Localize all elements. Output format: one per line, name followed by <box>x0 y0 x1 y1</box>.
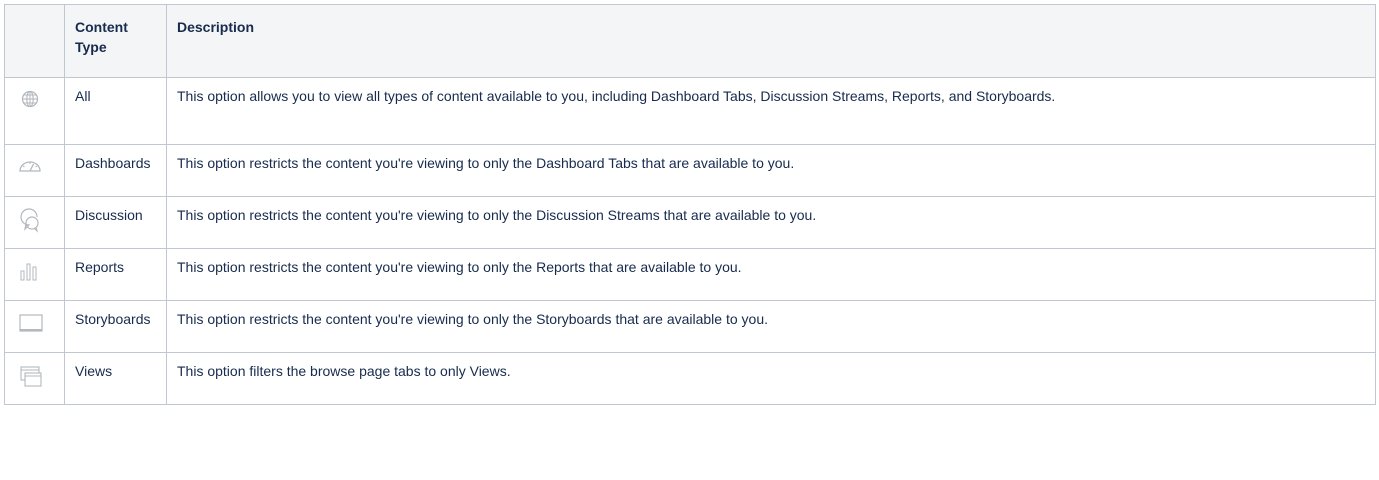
content-type-cell: All <box>64 77 167 145</box>
globe-icon <box>15 84 45 118</box>
description-cell: This option filters the browse page tabs… <box>166 352 1376 405</box>
icon-cell <box>4 248 65 301</box>
table-row: Views This option filters the browse pag… <box>4 352 1376 405</box>
content-type-table-wrapper: Content Type Description All This option… <box>4 4 1376 405</box>
views-icon <box>15 359 45 393</box>
description-cell: This option restricts the content you're… <box>166 144 1376 197</box>
content-type-cell: Reports <box>64 248 167 301</box>
table-row: Dashboards This option restricts the con… <box>4 144 1376 197</box>
content-type-cell: Storyboards <box>64 300 167 353</box>
content-type-cell: Dashboards <box>64 144 167 197</box>
description-cell: This option allows you to view all types… <box>166 77 1376 145</box>
table-row: All This option allows you to view all t… <box>4 77 1376 145</box>
table-row: Storyboards This option restricts the co… <box>4 300 1376 353</box>
storyboard-icon <box>15 307 45 341</box>
icon-cell <box>4 352 65 405</box>
table-row: Discussion This option restricts the con… <box>4 196 1376 249</box>
icon-cell <box>4 144 65 197</box>
content-type-table: Content Type Description All This option… <box>4 4 1376 405</box>
header-icon-column <box>4 4 65 78</box>
bar-chart-icon <box>15 255 45 289</box>
icon-cell <box>4 77 65 145</box>
table-header-row: Content Type Description <box>4 4 1376 78</box>
description-cell: This option restricts the content you're… <box>166 196 1376 249</box>
content-type-cell: Views <box>64 352 167 405</box>
icon-cell <box>4 300 65 353</box>
table-row: Reports This option restricts the conten… <box>4 248 1376 301</box>
discussion-icon <box>15 203 45 237</box>
header-description: Description <box>166 4 1376 78</box>
header-content-type: Content Type <box>64 4 167 78</box>
description-cell: This option restricts the content you're… <box>166 300 1376 353</box>
icon-cell <box>4 196 65 249</box>
content-type-cell: Discussion <box>64 196 167 249</box>
dashboard-gauge-icon <box>15 151 45 185</box>
description-cell: This option restricts the content you're… <box>166 248 1376 301</box>
